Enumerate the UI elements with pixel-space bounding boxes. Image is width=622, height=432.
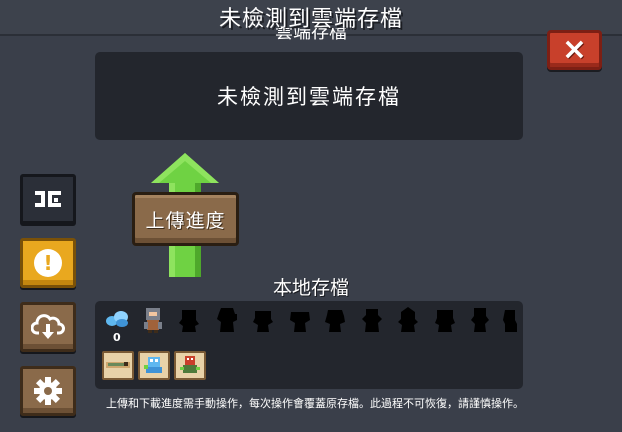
- close-icon: ×: [561, 32, 588, 67]
- close-button[interactable]: ×: [547, 30, 602, 70]
- locked-character-icon: [179, 310, 199, 332]
- pet-card: [138, 351, 170, 380]
- cloud-save-panel: 未檢測到雲端存檔: [95, 52, 523, 140]
- cloud-download-icon: [31, 314, 65, 339]
- local-save-panel: 0: [95, 301, 523, 389]
- settings-button[interactable]: [20, 366, 76, 416]
- locked-character-icon: [253, 311, 273, 332]
- gear-icon: [34, 377, 62, 405]
- locked-character-icon: [435, 310, 455, 332]
- cloud-save-heading: 雲端存檔: [275, 28, 347, 42]
- locked-character-icon: [362, 309, 382, 332]
- gem-icon: [106, 311, 128, 327]
- locked-character-icon: [290, 312, 310, 332]
- upload-progress-button[interactable]: 上傳進度: [132, 192, 239, 246]
- locked-character-icon: [503, 310, 517, 332]
- sync-icon: [35, 191, 61, 207]
- gem-count: 0: [113, 331, 121, 344]
- pet-sprite-icon: [106, 362, 130, 368]
- locked-character-icon: [325, 310, 345, 332]
- pet-card: [102, 351, 134, 380]
- knight-character-icon: [144, 308, 162, 333]
- locked-character-icon: [398, 307, 418, 332]
- cloud-save-status: 未檢測到雲端存檔: [217, 85, 401, 109]
- pet-sprite-icon: [144, 357, 162, 373]
- sync-button[interactable]: [20, 174, 76, 224]
- pet-sprite-icon: [180, 356, 200, 373]
- upload-progress-label: 上傳進度: [145, 209, 226, 232]
- pet-card: [174, 351, 206, 380]
- cloud-download-button[interactable]: [20, 302, 76, 352]
- local-save-heading: 本地存檔: [272, 277, 349, 299]
- footer-note: 上傳和下載進度需手動操作，每次操作會覆蓋原存檔。此過程不可恢復，請謹慎操作。: [106, 397, 524, 410]
- locked-character-icon: [217, 308, 237, 332]
- locked-character-icon: [471, 308, 489, 332]
